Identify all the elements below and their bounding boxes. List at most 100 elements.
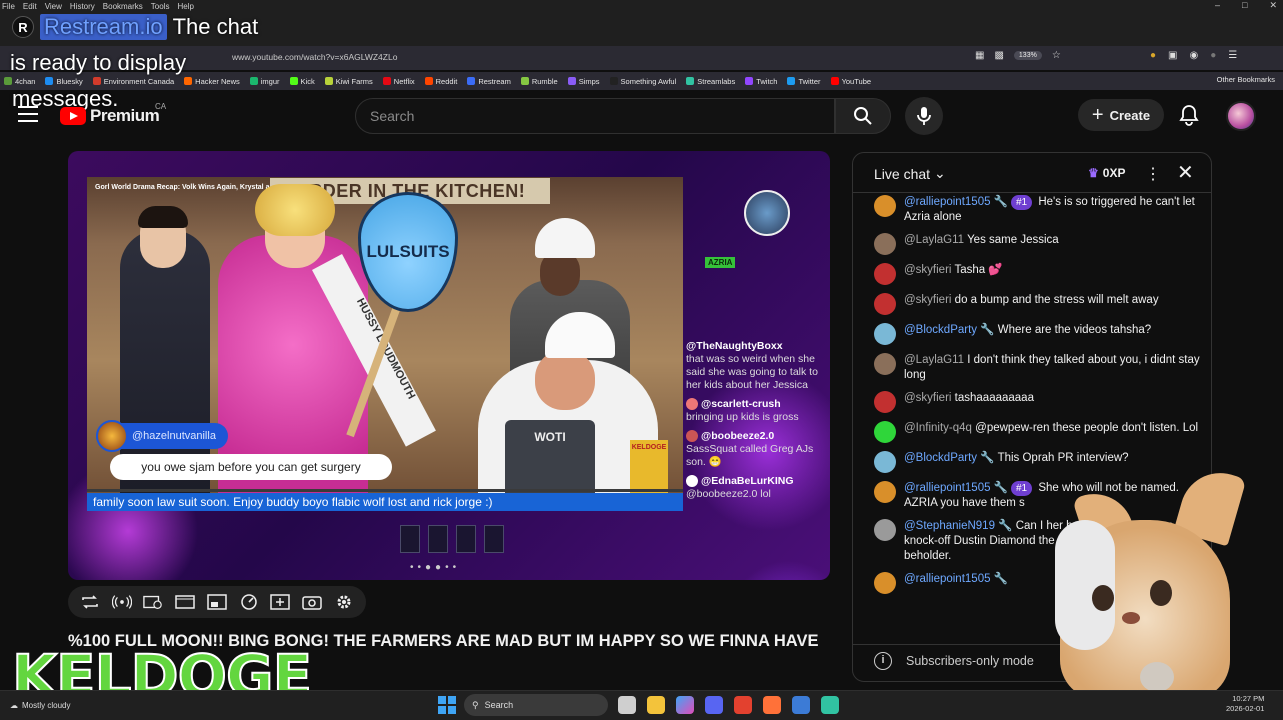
user-avatar[interactable] bbox=[1226, 101, 1256, 131]
extension-icon[interactable]: ● bbox=[1150, 50, 1156, 61]
chat-username[interactable]: @BlockdParty bbox=[904, 452, 977, 464]
captions-eye-icon[interactable] bbox=[143, 593, 163, 611]
chat-message[interactable]: @ralliepoint1505 🔧 #1 He's is so triggere… bbox=[874, 195, 1202, 225]
copilot-icon[interactable] bbox=[676, 696, 694, 714]
video-progress-bar[interactable] bbox=[87, 489, 683, 492]
bookmark-item[interactable]: Restream bbox=[467, 77, 511, 86]
maximize-icon[interactable]: □ bbox=[1242, 0, 1247, 12]
bookmark-item[interactable]: Kiwi Farms bbox=[324, 77, 373, 86]
chat-avatar[interactable] bbox=[874, 481, 896, 503]
bookmark-item[interactable]: Streamlabs bbox=[686, 77, 735, 86]
bookmark-item[interactable]: Netflix bbox=[382, 77, 415, 86]
profile-icon[interactable]: ◉ bbox=[1190, 50, 1199, 61]
chat-message[interactable]: @skyfieri Tasha 💕 bbox=[874, 263, 1202, 285]
taskbar-search[interactable]: ⚲ Search bbox=[464, 694, 608, 716]
puzzle-icon[interactable]: ▣ bbox=[1168, 50, 1177, 61]
streamlabs-icon[interactable] bbox=[821, 696, 839, 714]
chat-message[interactable]: @ralliepoint1505 🔧 #1 She who will not be… bbox=[874, 481, 1202, 511]
camera-icon[interactable] bbox=[302, 593, 322, 611]
file-explorer-icon[interactable] bbox=[647, 696, 665, 714]
task-view-icon[interactable] bbox=[618, 696, 636, 714]
dropper-icon[interactable]: ● bbox=[1210, 50, 1216, 61]
xp-badge[interactable]: ♛ 0XP bbox=[1082, 163, 1131, 183]
chat-avatar[interactable] bbox=[874, 572, 896, 594]
search-input[interactable]: Search bbox=[355, 98, 835, 134]
hamburger-menu-icon[interactable] bbox=[18, 106, 38, 122]
discord-icon[interactable] bbox=[705, 696, 723, 714]
bookmark-item[interactable]: Something Awful bbox=[609, 77, 676, 86]
bookmark-item[interactable]: Twitter bbox=[787, 77, 821, 86]
add-frame-icon[interactable] bbox=[270, 593, 291, 611]
menu-view[interactable]: View bbox=[45, 2, 62, 11]
info-icon[interactable]: i bbox=[874, 652, 892, 670]
chat-username[interactable]: @skyfieri bbox=[904, 264, 951, 276]
voice-search-button[interactable] bbox=[905, 97, 943, 135]
menu-tools[interactable]: Tools bbox=[151, 2, 170, 11]
chat-more-options-icon[interactable]: ⋮ bbox=[1145, 164, 1161, 184]
menu-bookmarks[interactable]: Bookmarks bbox=[103, 2, 143, 11]
bookmark-item[interactable]: Twitch bbox=[745, 77, 777, 86]
app-icon[interactable] bbox=[792, 696, 810, 714]
firefox-icon[interactable] bbox=[763, 696, 781, 714]
chat-message[interactable]: @BlockdParty 🔧 This Oprah PR interview? bbox=[874, 451, 1202, 473]
chat-avatar[interactable] bbox=[874, 233, 896, 255]
chat-username[interactable]: @StephanieN919 bbox=[904, 520, 995, 532]
youtube-premium-logo[interactable]: Premium bbox=[60, 106, 160, 126]
menu-edit[interactable]: Edit bbox=[23, 2, 37, 11]
live-chat-dropdown[interactable]: Live chat ⌄ bbox=[874, 165, 946, 182]
close-window-icon[interactable]: ✕ bbox=[1269, 0, 1277, 12]
chat-username[interactable]: @BlockdParty bbox=[904, 324, 977, 336]
chat-username[interactable]: @ralliepoint1505 bbox=[904, 196, 990, 208]
loop-icon[interactable] bbox=[80, 593, 100, 611]
menu-file[interactable]: File bbox=[2, 2, 15, 11]
bookmark-item[interactable]: Reddit bbox=[424, 77, 457, 86]
chat-avatar[interactable] bbox=[874, 421, 896, 443]
speed-gauge-icon[interactable] bbox=[239, 593, 259, 611]
menu-help[interactable]: Help bbox=[177, 2, 193, 11]
bookmark-item[interactable]: Bluesky bbox=[45, 77, 83, 86]
chat-username[interactable]: @skyfieri bbox=[904, 294, 951, 306]
chat-avatar[interactable] bbox=[874, 391, 896, 413]
bookmark-item[interactable]: YouTube bbox=[830, 77, 871, 86]
restream-icon[interactable] bbox=[734, 696, 752, 714]
chat-username[interactable]: @ralliepoint1505 bbox=[904, 573, 990, 585]
screenshot-icon[interactable]: ▩ bbox=[994, 50, 1003, 61]
chat-close-icon[interactable]: ✕ bbox=[1177, 160, 1194, 185]
reader-view-icon[interactable]: ▦ bbox=[975, 50, 984, 61]
chat-message[interactable]: @LaylaG11 I don't think they talked abou… bbox=[874, 353, 1202, 383]
menu-history[interactable]: History bbox=[70, 2, 95, 11]
bookmark-item[interactable]: 4chan bbox=[4, 77, 35, 86]
chat-avatar[interactable] bbox=[874, 451, 896, 473]
chat-username[interactable]: @LaylaG11 bbox=[904, 354, 964, 366]
bookmark-item[interactable]: imgur bbox=[249, 77, 280, 86]
bookmark-item[interactable]: Environment Canada bbox=[92, 77, 174, 86]
chat-avatar[interactable] bbox=[874, 323, 896, 345]
chat-avatar[interactable] bbox=[874, 353, 896, 375]
zoom-level[interactable]: 133% bbox=[1013, 51, 1042, 60]
chat-message[interactable]: @Infinity-q4q @pewpew-ren these people d… bbox=[874, 421, 1202, 443]
settings-gear-icon[interactable] bbox=[334, 593, 354, 611]
broadcast-icon[interactable] bbox=[111, 593, 132, 611]
chat-avatar[interactable] bbox=[874, 195, 896, 217]
film-icon[interactable] bbox=[175, 593, 195, 611]
weather-widget[interactable]: ☁ Mostly cloudy bbox=[10, 701, 70, 710]
bookmark-item[interactable]: Rumble bbox=[520, 77, 558, 86]
chat-avatar[interactable] bbox=[874, 519, 896, 541]
notifications-bell-icon[interactable] bbox=[1178, 104, 1200, 126]
bookmark-star-icon[interactable]: ☆ bbox=[1052, 50, 1061, 61]
bookmark-item[interactable]: Simps bbox=[567, 77, 600, 86]
chat-username[interactable]: @Infinity-q4q bbox=[904, 422, 972, 434]
chat-avatar[interactable] bbox=[874, 293, 896, 315]
url-bar[interactable] bbox=[0, 46, 1283, 70]
chat-avatar[interactable] bbox=[874, 263, 896, 285]
chat-username[interactable]: @LaylaG11 bbox=[904, 234, 964, 246]
chat-message[interactable]: @LaylaG11 Yes same Jessica bbox=[874, 233, 1202, 255]
chat-message[interactable]: @skyfieri tashaaaaaaaaa bbox=[874, 391, 1202, 413]
chat-message[interactable]: @BlockdParty 🔧 Where are the videos tahs… bbox=[874, 323, 1202, 345]
chat-username[interactable]: @skyfieri bbox=[904, 392, 951, 404]
menu-icon[interactable]: ☰ bbox=[1228, 50, 1237, 61]
minimize-icon[interactable]: – bbox=[1215, 0, 1220, 12]
bookmark-item[interactable]: Kick bbox=[289, 77, 315, 86]
picture-in-picture-icon[interactable] bbox=[207, 593, 227, 611]
chat-username[interactable]: @ralliepoint1505 bbox=[904, 482, 990, 494]
